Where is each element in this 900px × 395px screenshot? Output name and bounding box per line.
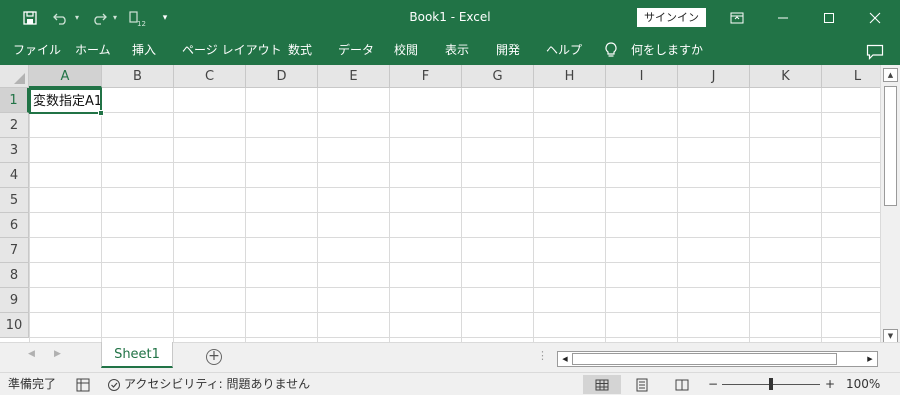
row-header-2[interactable]: 2 bbox=[0, 113, 29, 138]
normal-view-icon[interactable] bbox=[583, 375, 621, 394]
undo-icon[interactable] bbox=[50, 0, 72, 35]
add-sheet-icon[interactable]: + bbox=[206, 349, 222, 365]
row-header-7[interactable]: 7 bbox=[0, 238, 29, 263]
save-icon[interactable] bbox=[18, 0, 42, 35]
row-header-8[interactable]: 8 bbox=[0, 263, 29, 288]
row-header-5[interactable]: 5 bbox=[0, 188, 29, 213]
page-layout-view-icon[interactable] bbox=[623, 375, 661, 394]
tab-help[interactable]: ヘルプ bbox=[546, 35, 582, 65]
vertical-scroll-thumb[interactable] bbox=[884, 86, 897, 206]
horizontal-scroll-thumb[interactable] bbox=[572, 353, 837, 365]
vertical-scrollbar[interactable]: ▲ ▼ bbox=[880, 65, 900, 345]
fill-handle[interactable] bbox=[98, 110, 104, 116]
ribbon-display-icon[interactable] bbox=[714, 0, 760, 35]
column-header-b[interactable]: B bbox=[102, 65, 174, 88]
redo-icon[interactable] bbox=[88, 0, 110, 35]
column-header-d[interactable]: D bbox=[246, 65, 318, 88]
active-cell-a1[interactable] bbox=[29, 88, 104, 116]
column-header-c[interactable]: C bbox=[174, 65, 246, 88]
undo-dropdown-icon[interactable]: ▾ bbox=[72, 0, 82, 35]
comments-icon[interactable] bbox=[866, 41, 884, 60]
sort-icon[interactable]: 12 bbox=[126, 0, 148, 35]
select-all-button[interactable] bbox=[0, 65, 29, 88]
row-header-4[interactable]: 4 bbox=[0, 163, 29, 188]
zoom-level[interactable]: 100% bbox=[846, 373, 880, 395]
maximize-icon[interactable] bbox=[806, 0, 852, 35]
accessibility-status[interactable]: アクセシビリティ: 問題ありません bbox=[124, 373, 310, 395]
close-icon[interactable] bbox=[852, 0, 898, 35]
title-bar: ▾ ▾ 12 ▾ Book1 - Excel サインイン bbox=[0, 0, 900, 35]
sheet-next-icon[interactable]: ▶ bbox=[54, 349, 61, 359]
spreadsheet-grid[interactable]: A B C D E F G H I J K L 1 2 3 4 5 6 7 8 … bbox=[0, 65, 880, 342]
minimize-icon[interactable] bbox=[760, 0, 806, 35]
signin-button[interactable]: サインイン bbox=[637, 8, 706, 27]
sheet-tab-sheet1[interactable]: Sheet1 bbox=[101, 342, 173, 368]
tab-formulas[interactable]: 数式 bbox=[288, 35, 312, 65]
row-header-9[interactable]: 9 bbox=[0, 288, 29, 313]
scroll-up-icon[interactable]: ▲ bbox=[883, 68, 898, 82]
row-header-1[interactable]: 1 bbox=[0, 88, 29, 113]
tell-me-input[interactable]: 何をしますか bbox=[631, 35, 703, 65]
svg-text:12: 12 bbox=[137, 20, 146, 27]
column-header-h[interactable]: H bbox=[534, 65, 606, 88]
tab-insert[interactable]: 挿入 bbox=[132, 35, 156, 65]
column-header-g[interactable]: G bbox=[462, 65, 534, 88]
column-header-l[interactable]: L bbox=[822, 65, 880, 88]
macro-record-icon[interactable] bbox=[76, 377, 90, 392]
tab-file[interactable]: ファイル bbox=[13, 35, 61, 65]
tab-review[interactable]: 校閲 bbox=[394, 35, 418, 65]
column-header-k[interactable]: K bbox=[750, 65, 822, 88]
horizontal-scrollbar[interactable]: ◀ ▶ bbox=[557, 351, 878, 367]
scroll-right-icon[interactable]: ▶ bbox=[863, 352, 877, 366]
column-header-e[interactable]: E bbox=[318, 65, 390, 88]
tab-home[interactable]: ホーム bbox=[75, 35, 111, 65]
ribbon-tabs: ファイル ホーム 挿入 ページ レイアウト 数式 データ 校閲 表示 開発 ヘル… bbox=[0, 35, 900, 65]
scroll-left-icon[interactable]: ◀ bbox=[558, 352, 572, 366]
tab-developer[interactable]: 開発 bbox=[496, 35, 520, 65]
cell-area[interactable] bbox=[29, 88, 880, 342]
sheet-prev-icon[interactable]: ◀ bbox=[28, 349, 35, 359]
row-header-10[interactable]: 10 bbox=[0, 313, 29, 338]
accessibility-icon[interactable] bbox=[107, 377, 121, 391]
split-handle-icon[interactable]: ⋮ bbox=[537, 349, 548, 362]
zoom-out-button[interactable]: − bbox=[708, 373, 718, 395]
zoom-in-button[interactable]: + bbox=[825, 373, 835, 395]
zoom-slider-thumb[interactable] bbox=[769, 378, 773, 390]
column-header-j[interactable]: J bbox=[678, 65, 750, 88]
row-header-3[interactable]: 3 bbox=[0, 138, 29, 163]
status-ready: 準備完了 bbox=[8, 377, 57, 391]
page-break-view-icon[interactable] bbox=[663, 375, 701, 394]
customize-icon[interactable]: ▾ bbox=[158, 0, 172, 35]
lightbulb-icon[interactable] bbox=[604, 42, 618, 58]
redo-dropdown-icon[interactable]: ▾ bbox=[110, 0, 120, 35]
tab-page-layout[interactable]: ページ レイアウト bbox=[182, 35, 282, 65]
row-header-6[interactable]: 6 bbox=[0, 213, 29, 238]
sheet-tab-bar: ◀ ▶ Sheet1 + ⋮ ◀ ▶ bbox=[0, 342, 900, 372]
status-bar: 準備完了 アクセシビリティ: 問題ありません − + 100% bbox=[0, 372, 900, 395]
column-header-a[interactable]: A bbox=[29, 65, 102, 88]
tab-view[interactable]: 表示 bbox=[445, 35, 469, 65]
scroll-down-icon[interactable]: ▼ bbox=[883, 329, 898, 343]
tab-data[interactable]: データ bbox=[338, 35, 374, 65]
column-header-f[interactable]: F bbox=[390, 65, 462, 88]
column-header-i[interactable]: I bbox=[606, 65, 678, 88]
